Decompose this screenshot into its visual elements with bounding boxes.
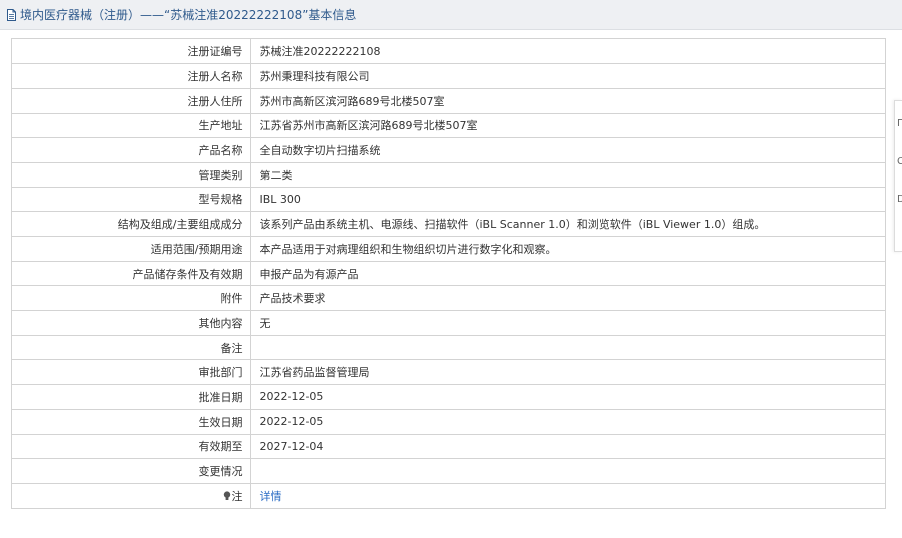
row-label: 备注 — [12, 335, 251, 361]
row-value: 全自动数字切片扫描系统 — [250, 137, 885, 163]
row-value — [250, 335, 885, 361]
table-row: 附件 产品技术要求 — [12, 285, 885, 312]
table-row: 备注 — [12, 335, 885, 361]
table-row: 其他内容无 — [12, 310, 885, 336]
table-row: 批准日期 2022-12-05 — [12, 384, 885, 410]
table-row: 管理类别 第二类 — [12, 162, 885, 188]
table-row: 产品名称 全自动数字切片扫描系统 — [12, 137, 885, 163]
row-value: 江苏省药品监督管理局 — [250, 359, 885, 386]
table-row: 结构及组成/主要组成成分 该系列产品由系统主机、电源线、扫描软件（iBL Scan… — [12, 211, 885, 237]
row-value: 苏械注准20222222108 — [250, 39, 885, 65]
info-table: 注册证编号 苏械注准20222222108 注册人名称 苏州秉理科技有限公司 注册人住所… — [11, 38, 886, 510]
row-label: 有效期至 — [12, 434, 251, 460]
row-label: 批准日期 — [12, 384, 251, 410]
row-value: 该系列产品由系统主机、电源线、扫描软件（iBL Scanner 1.0）和浏览软… — [250, 211, 885, 237]
row-label: 注册人住所 — [12, 88, 251, 114]
row-value: 产品技术要求 — [250, 285, 885, 312]
table-row: 生产地址 江苏省苏州市高新区滨河路689号北楼507室 — [12, 113, 885, 139]
note-label: 注 — [231, 489, 243, 503]
row-label: 其他内容 — [12, 310, 251, 336]
table-row-note: 注 详情 — [12, 483, 885, 509]
row-value: 2027-12-04 — [250, 434, 885, 460]
table-row: 注册证编号 苏械注准20222222108 — [12, 39, 885, 65]
row-label: 管理类别 — [12, 162, 251, 188]
row-label: 结构及组成/主要组成成分 — [12, 211, 251, 237]
table-row: 适用范围/预期用途 本产品适用于对病理组织和生物组织切片进行数字化和观察。 — [12, 236, 885, 262]
row-value: 苏州秉理科技有限公司 — [250, 63, 885, 89]
row-label: 生产地址 — [12, 113, 251, 139]
row-value — [250, 458, 885, 484]
row-value: 第二类 — [250, 162, 885, 188]
lightbulb-icon — [223, 491, 231, 504]
row-value: 2022-12-05 — [250, 384, 885, 410]
note-label-cell: 注 — [12, 483, 251, 509]
row-label: 型号规格 — [12, 187, 251, 213]
document-icon — [6, 8, 17, 21]
row-value: 江苏省苏州市高新区滨河路689号北楼507室 — [250, 113, 885, 139]
row-label: 产品储存条件及有效期 — [12, 261, 251, 287]
row-label: 注册人名称 — [12, 63, 251, 89]
row-value: 申报产品为有源产品 — [250, 261, 885, 287]
row-label: 变更情况 — [12, 458, 251, 484]
row-label: 注册证编号 — [12, 39, 251, 65]
table-row: 变更情况 — [12, 458, 885, 484]
note-value-cell: 详情 — [250, 483, 885, 508]
row-label: 审批部门 — [12, 359, 251, 386]
row-value: 本产品适用于对病理组织和生物组织切片进行数字化和观察。 — [250, 236, 885, 262]
side-toolbar-char[interactable]: Γ — [897, 119, 902, 129]
row-value: 无 — [250, 310, 885, 336]
table-row: 有效期至 2027-12-04 — [12, 434, 885, 460]
table-row: 审批部门 江苏省药品监督管理局 — [12, 359, 885, 386]
row-label: 产品名称 — [12, 137, 251, 163]
page-header: 境内医疗器械（注册）——“苏械注准20222222108”基本信息 — [0, 0, 902, 30]
row-label: 生效日期 — [12, 409, 251, 435]
row-value: 2022-12-05 — [250, 409, 885, 435]
details-link[interactable]: 详情 — [260, 490, 282, 503]
table-row: 注册人名称 苏州秉理科技有限公司 — [12, 63, 885, 89]
side-toolbar[interactable]: Γ C D — [894, 100, 902, 252]
side-toolbar-char[interactable]: C — [897, 157, 902, 167]
table-row: 产品储存条件及有效期 申报产品为有源产品 — [12, 261, 885, 287]
page-title: 境内医疗器械（注册）——“苏械注准20222222108”基本信息 — [20, 8, 357, 22]
row-label: 适用范围/预期用途 — [12, 236, 251, 262]
row-value: IBL 300 — [250, 187, 885, 213]
table-row: 型号规格 IBL 300 — [12, 187, 885, 213]
row-label: 附件 — [12, 285, 251, 312]
row-value: 苏州市高新区滨河路689号北楼507室 — [250, 88, 885, 114]
table-row: 生效日期 2022-12-05 — [12, 409, 885, 435]
table-row: 注册人住所 苏州市高新区滨河路689号北楼507室 — [12, 88, 885, 114]
side-toolbar-char[interactable]: D — [897, 195, 902, 205]
